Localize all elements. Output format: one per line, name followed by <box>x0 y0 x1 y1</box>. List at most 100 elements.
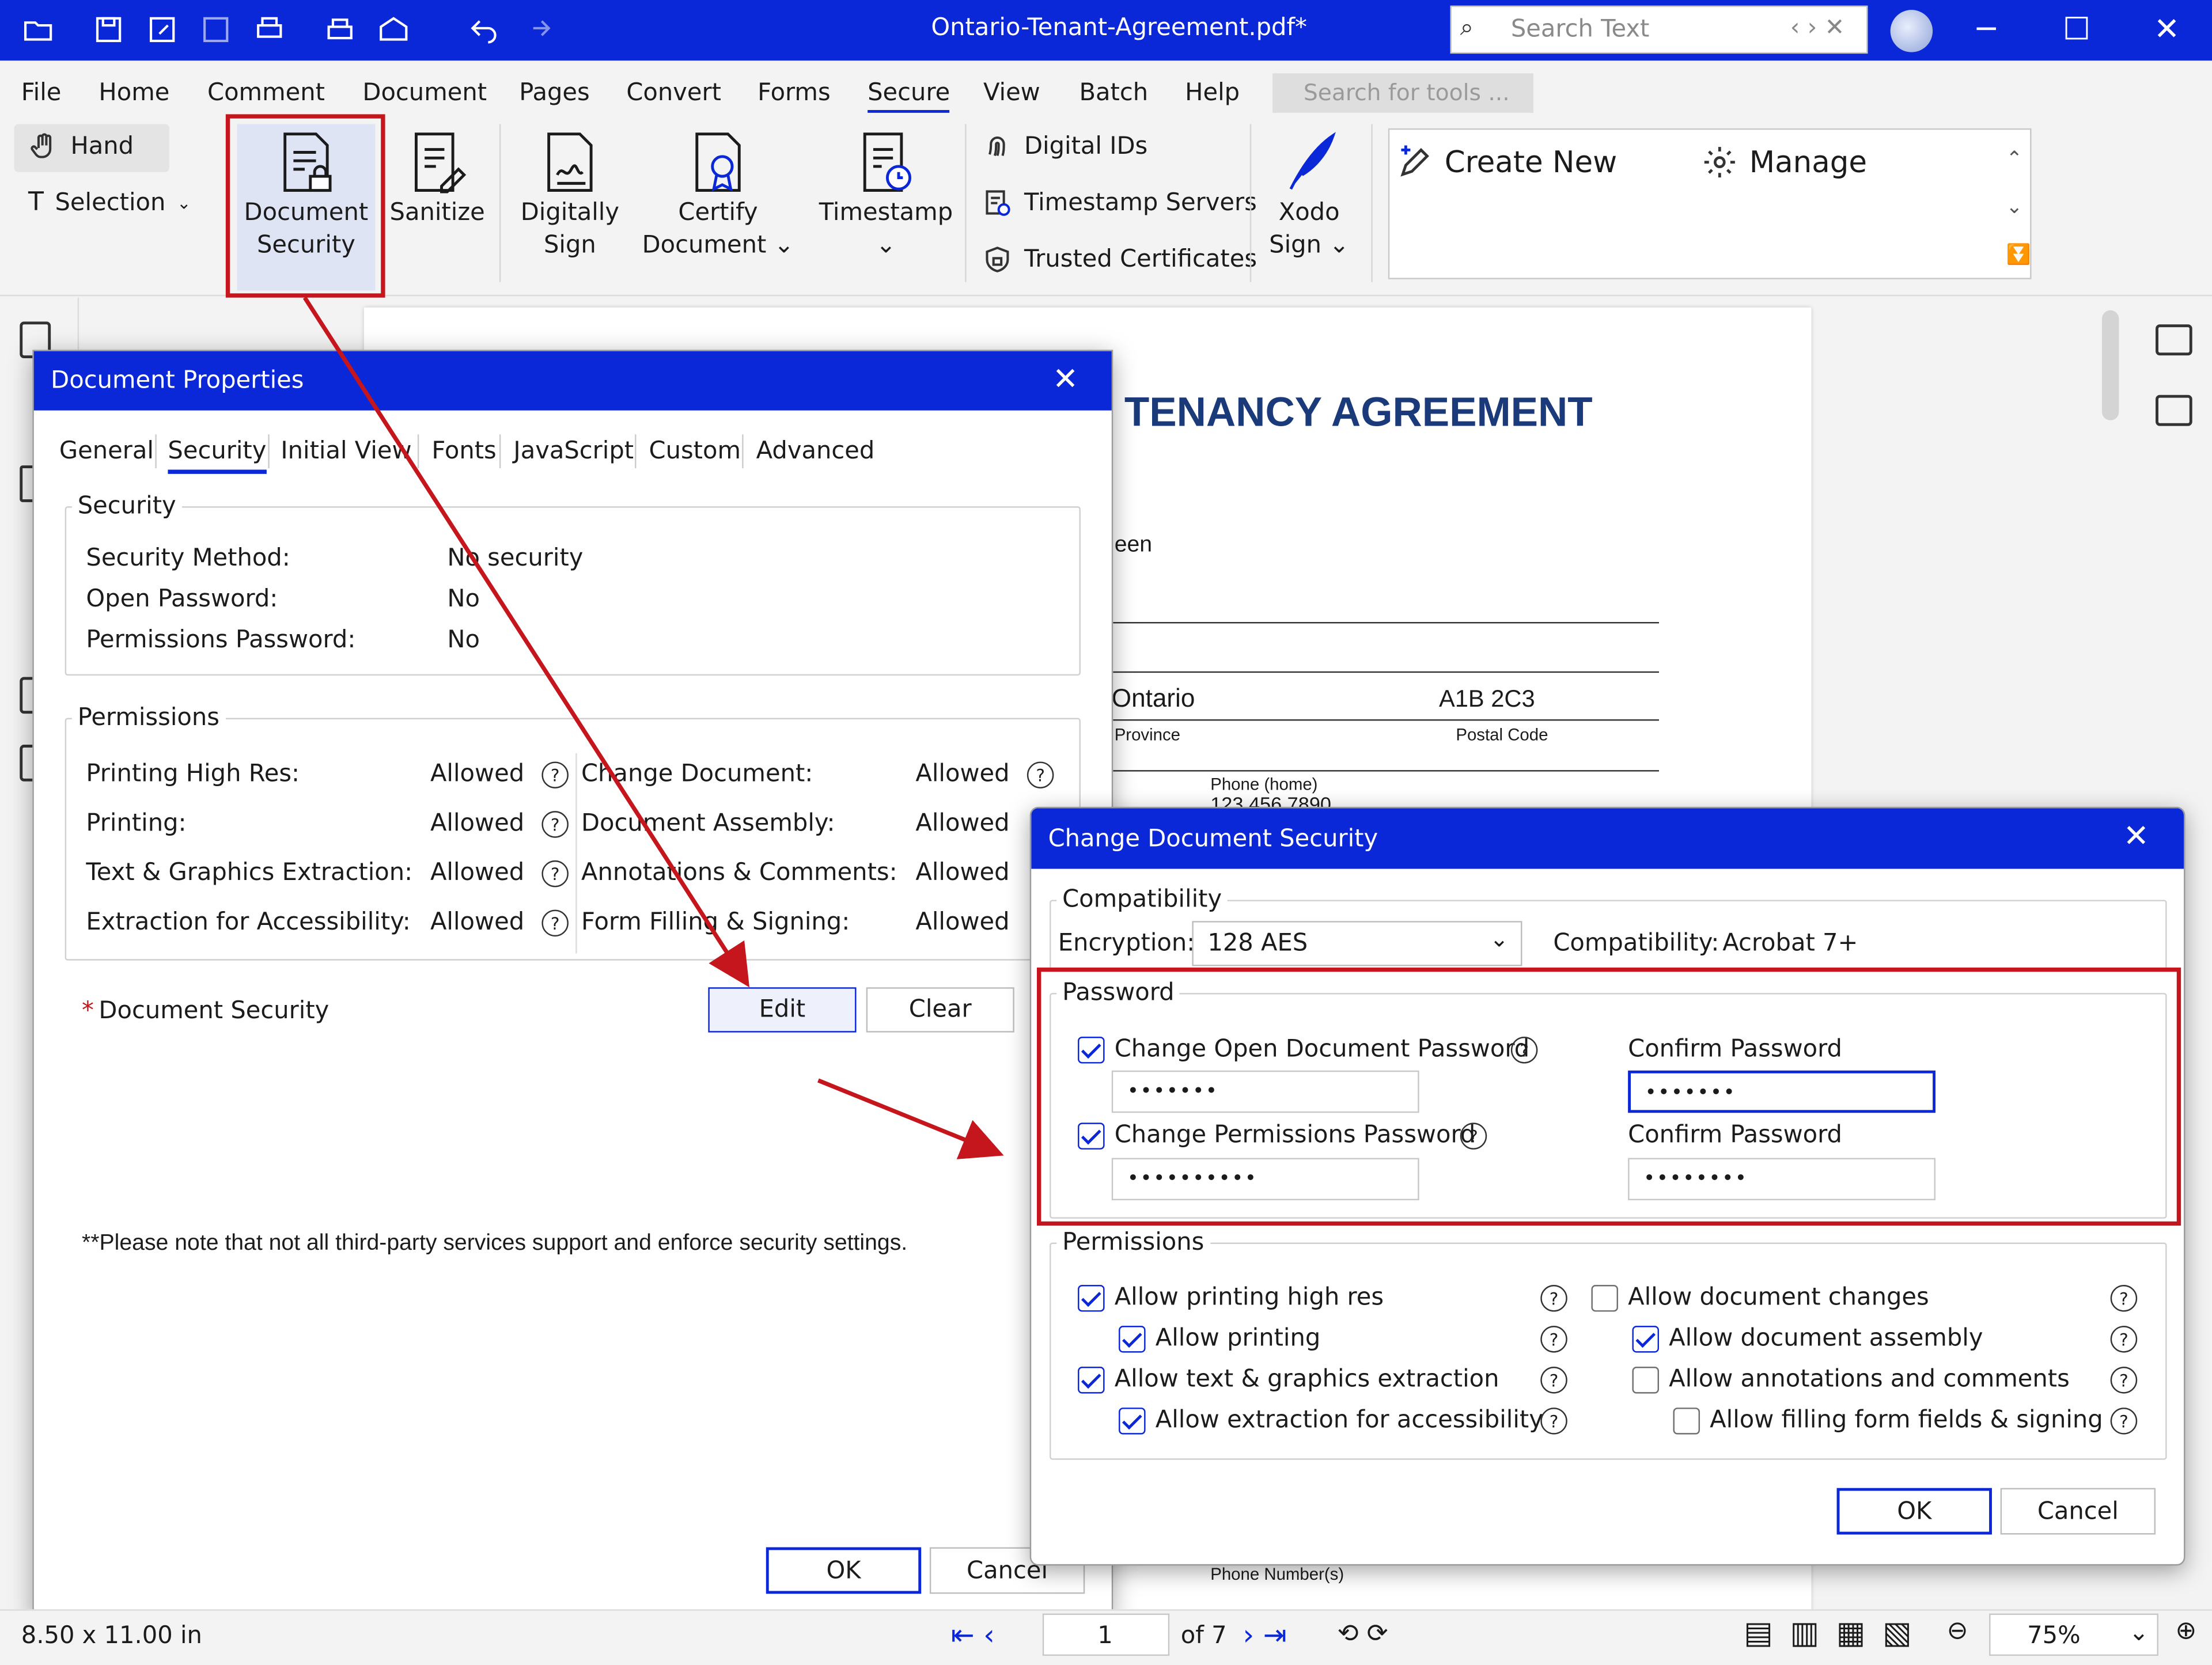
help-icon[interactable]: ? <box>541 761 569 788</box>
help-icon[interactable]: ? <box>2110 1285 2138 1312</box>
timestamp-button[interactable]: Timestamp ⌄ <box>818 130 953 262</box>
create-new-button[interactable]: Create New <box>1396 144 1617 181</box>
print-icon[interactable] <box>248 10 290 50</box>
help-icon[interactable]: ? <box>1027 761 1054 788</box>
close-icon[interactable]: ✕ <box>2123 820 2149 855</box>
view-mode-icons[interactable]: ▤▥▦▧ <box>1744 1617 1929 1652</box>
menu-batch[interactable]: Batch <box>1079 79 1148 107</box>
review-icon[interactable] <box>2156 395 2192 426</box>
hand-tool[interactable]: Hand <box>28 131 134 162</box>
redo-icon[interactable] <box>516 10 558 50</box>
zoom-select[interactable]: 75% ⌄ <box>1989 1613 2158 1656</box>
digital-ids-button[interactable]: Digital IDs <box>982 131 1147 162</box>
scan-icon[interactable] <box>319 10 361 50</box>
help-icon[interactable]: ? <box>2110 1408 2138 1435</box>
save-icon[interactable] <box>88 10 130 50</box>
comments-icon[interactable] <box>2156 324 2192 356</box>
postal-label: Postal Code <box>1456 725 1548 745</box>
tab-general[interactable]: General <box>59 437 154 465</box>
gallery-scroll-icons[interactable]: ⌃ ⌄ ⏬ <box>2006 135 2031 279</box>
tab-initial-view[interactable]: Initial View <box>281 437 411 465</box>
help-icon[interactable]: ? <box>1540 1408 1567 1435</box>
perm-checkbox[interactable] <box>1119 1326 1146 1353</box>
rotate-icons[interactable]: ⟲ ⟳ <box>1338 1619 1388 1648</box>
xodo-sign-button[interactable]: Xodo Sign ⌄ <box>1264 130 1354 262</box>
manage-button[interactable]: Manage <box>1701 144 1867 181</box>
menu-comment[interactable]: Comment <box>207 79 325 107</box>
perm-checkbox[interactable] <box>1673 1408 1700 1435</box>
menu-file[interactable]: File <box>21 79 62 107</box>
save-disabled-icon[interactable] <box>195 10 237 50</box>
clear-button[interactable]: Clear <box>866 987 1014 1033</box>
menu-pages[interactable]: Pages <box>519 79 589 107</box>
help-icon[interactable]: ? <box>2110 1367 2138 1394</box>
selection-tool[interactable]: T Selection ⌄ <box>28 188 191 217</box>
menu-view[interactable]: View <box>983 79 1040 107</box>
timestamp-servers-button[interactable]: Timestamp Servers <box>982 188 1257 219</box>
help-icon[interactable]: ? <box>541 860 569 888</box>
close-icon[interactable]: ✕ <box>1052 362 1078 397</box>
certify-document-button[interactable]: Certify Document ⌄ <box>642 130 794 262</box>
edit-button[interactable]: Edit <box>708 987 857 1033</box>
digitally-sign-button[interactable]: Digitally Sign <box>511 130 630 262</box>
menu-document[interactable]: Document <box>362 79 487 107</box>
cds-cancel-button[interactable]: Cancel <box>2000 1488 2156 1535</box>
perm-label: Printing High Res: <box>86 760 300 788</box>
cds-permissions-legend: Permissions <box>1056 1228 1210 1257</box>
help-icon[interactable]: ? <box>1540 1285 1567 1312</box>
trusted-certificates-button[interactable]: Trusted Certificates <box>982 244 1257 275</box>
save-as-icon[interactable] <box>141 10 183 50</box>
search-text-box[interactable]: ⌕ Search Text ‹ › ✕ <box>1450 5 1868 54</box>
vertical-scrollbar[interactable] <box>2101 310 2119 420</box>
menu-secure[interactable]: Secure <box>868 79 950 113</box>
email-icon[interactable] <box>373 10 415 50</box>
tools-search[interactable]: Search for tools ... <box>1272 73 1534 113</box>
menu-home[interactable]: Home <box>99 79 169 107</box>
tab-fonts[interactable]: Fonts <box>431 437 496 465</box>
perm-checkbox[interactable] <box>1119 1408 1146 1435</box>
perm-checkbox[interactable] <box>1632 1326 1660 1353</box>
perm-label: Document Assembly: <box>581 809 835 838</box>
help-icon[interactable]: ? <box>1540 1367 1567 1394</box>
province-label: Province <box>1114 725 1181 745</box>
page-number: 1 <box>1097 1622 1113 1651</box>
help-icon[interactable]: ? <box>2110 1326 2138 1353</box>
perm-checkbox[interactable] <box>1078 1367 1105 1394</box>
perm-checkbox-label: Allow printing <box>1155 1324 1321 1353</box>
tab-security[interactable]: Security <box>168 437 267 474</box>
cds-ok-button[interactable]: OK <box>1836 1488 1992 1535</box>
encryption-select[interactable]: 128 AES ⌄ <box>1192 921 1522 966</box>
open-folder-icon[interactable] <box>17 10 59 50</box>
page-number-input[interactable]: 1 <box>1042 1613 1170 1656</box>
zoom-in-icon[interactable]: ⊕ <box>2175 1617 2196 1646</box>
tab-custom[interactable]: Custom <box>649 437 741 465</box>
tab-advanced[interactable]: Advanced <box>756 437 875 465</box>
trusted-certs-label: Trusted Certificates <box>1024 245 1257 274</box>
perm-value: Allowed <box>915 760 1010 788</box>
help-icon[interactable]: ? <box>541 811 569 838</box>
help-icon[interactable]: ? <box>1540 1326 1567 1353</box>
menu-forms[interactable]: Forms <box>757 79 831 107</box>
perm-checkbox[interactable] <box>1632 1367 1660 1394</box>
maximize-button[interactable]: ☐ <box>2048 9 2105 51</box>
perm-value: Allowed <box>915 908 1010 937</box>
page-nav-icons[interactable]: ⇤ ‹ <box>951 1618 995 1652</box>
perm-label: Form Filling & Signing: <box>581 908 850 937</box>
menu-convert[interactable]: Convert <box>626 79 721 107</box>
sanitize-button[interactable]: Sanitize <box>388 130 486 230</box>
tab-divider <box>742 434 744 469</box>
undo-icon[interactable] <box>463 10 505 50</box>
close-window-button[interactable]: ✕ <box>2139 9 2195 51</box>
menu-help[interactable]: Help <box>1185 79 1240 107</box>
zoom-out-icon[interactable]: ⊖ <box>1947 1617 1968 1646</box>
avatar[interactable] <box>1890 10 1933 52</box>
search-nav-icons[interactable]: ‹ › ✕ <box>1790 14 1845 42</box>
tab-javascript[interactable]: JavaScript <box>513 437 634 465</box>
xodo-label-1: Xodo <box>1278 199 1340 227</box>
perm-checkbox[interactable] <box>1078 1285 1105 1312</box>
help-icon[interactable]: ? <box>541 909 569 937</box>
properties-ok-button[interactable]: OK <box>766 1547 922 1594</box>
minimize-button[interactable]: ─ <box>1958 9 2014 51</box>
page-nav-icons[interactable]: › ⇥ <box>1243 1618 1287 1652</box>
perm-checkbox[interactable] <box>1591 1285 1618 1312</box>
